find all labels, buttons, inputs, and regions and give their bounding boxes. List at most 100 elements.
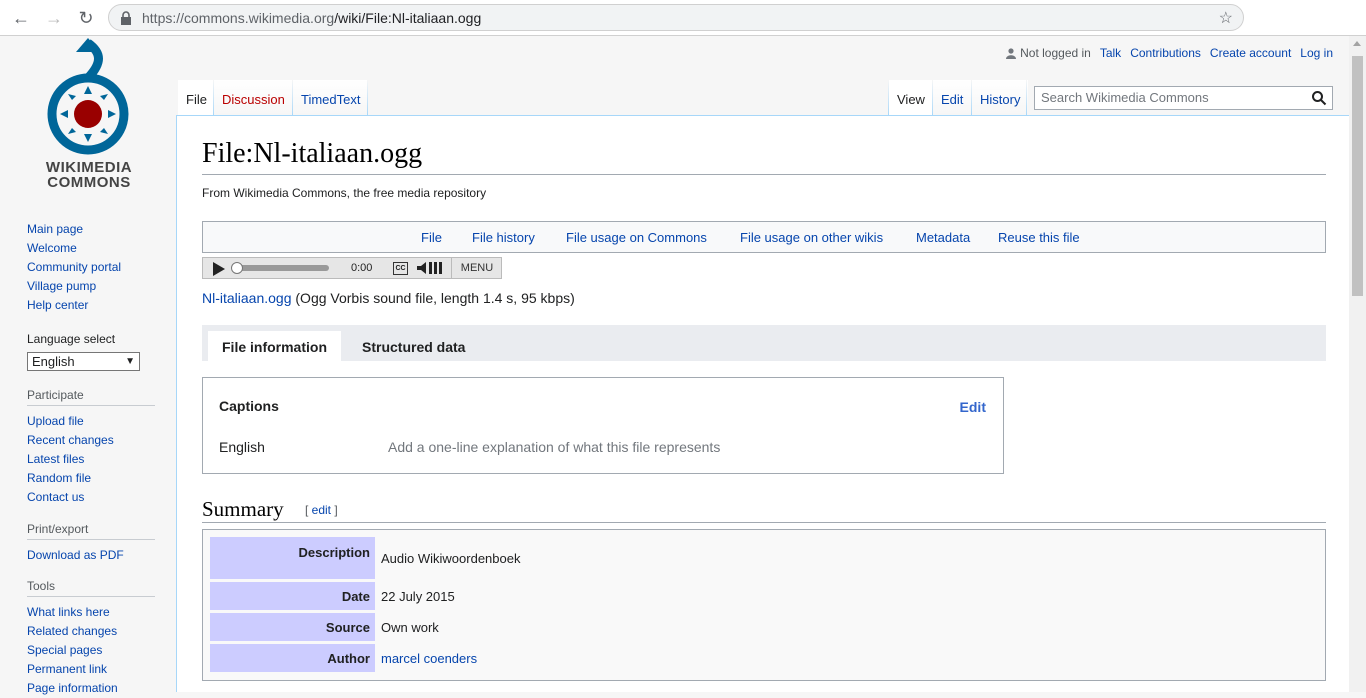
file-tabs-bar: File information Structured data (202, 325, 1326, 361)
reload-icon[interactable]: ↻ (74, 6, 98, 30)
player-menu-button[interactable]: MENU (451, 258, 502, 278)
address-bar[interactable]: https://commons.wikimedia.org/wiki/File:… (108, 4, 1244, 31)
summary-heading: Summary (202, 497, 284, 521)
page-title: File:Nl-italiaan.ogg (202, 138, 423, 169)
scroll-up-icon[interactable] (1353, 41, 1361, 46)
tab-view[interactable]: View (889, 80, 933, 116)
captions-language: English (219, 439, 265, 455)
captions-placeholder[interactable]: Add a one-line explanation of what this … (388, 439, 720, 455)
sidebar-language: Language select (27, 332, 157, 346)
tab-discussion[interactable]: Discussion (214, 80, 293, 116)
sidebar-item-random-file[interactable]: Random file (27, 469, 157, 488)
summary-edit-bracket-close: ] (331, 503, 338, 517)
create-account-link[interactable]: Create account (1210, 46, 1291, 60)
not-logged-in-label: Not logged in (1020, 46, 1091, 60)
url-text: https://commons.wikimedia.org/wiki/File:… (142, 10, 481, 26)
summary-value-author[interactable]: marcel coenders (381, 651, 477, 666)
search-input[interactable]: Search Wikimedia Commons (1034, 86, 1333, 110)
sidebar-item-help-center[interactable]: Help center (27, 296, 157, 315)
toc-file-usage-commons[interactable]: File usage on Commons (566, 230, 707, 245)
summary-edit-link[interactable]: edit (312, 503, 331, 517)
contributions-link[interactable]: Contributions (1130, 46, 1201, 60)
tab-separator (1026, 80, 1027, 116)
sidebar-item-welcome[interactable]: Welcome (27, 239, 157, 258)
seek-handle[interactable] (231, 262, 243, 274)
sidebar-item-related-changes[interactable]: Related changes (27, 622, 157, 641)
sidebar-item-contact-us[interactable]: Contact us (27, 488, 157, 507)
file-link[interactable]: Nl-italiaan.ogg (202, 290, 292, 306)
sidebar-print-export: Print/export Download as PDF (27, 522, 157, 565)
play-icon[interactable] (213, 262, 225, 276)
file-toc-bar: File File history File usage on Commons … (202, 221, 1326, 253)
summary-label-date: Date (210, 582, 375, 610)
toc-file[interactable]: File (421, 230, 442, 245)
sidebar-item-special-pages[interactable]: Special pages (27, 641, 157, 660)
sidebar-item-village-pump[interactable]: Village pump (27, 277, 157, 296)
lock-icon (121, 11, 131, 25)
captions-edit-button[interactable]: Edit (960, 399, 986, 415)
back-arrow-icon[interactable]: ← (9, 6, 33, 30)
summary-value-source: Own work (381, 620, 439, 635)
sidebar-item-upload-file[interactable]: Upload file (27, 412, 157, 431)
sidebar-navigation: Main page Welcome Community portal Villa… (27, 220, 157, 315)
tab-edit[interactable]: Edit (933, 80, 972, 116)
sidebar-item-what-links-here[interactable]: What links here (27, 603, 157, 622)
language-select[interactable]: English ▼ (27, 352, 140, 371)
logo-line-2: COMMONS (47, 174, 131, 191)
captions-title: Captions (219, 398, 279, 414)
file-description: (Ogg Vorbis sound file, length 1.4 s, 95… (291, 290, 575, 306)
sidebar-item-permanent-link[interactable]: Permanent link (27, 660, 157, 679)
tab-structured-data[interactable]: Structured data (362, 331, 465, 361)
summary-label-source: Source (210, 613, 375, 641)
sidebar-participate: Participate Upload file Recent changes L… (27, 388, 157, 507)
title-divider (202, 174, 1326, 175)
url-host: https://commons.wikimedia.org (142, 10, 335, 26)
summary-value-date: 22 July 2015 (381, 589, 455, 604)
page-scrollbar[interactable] (1349, 36, 1366, 692)
summary-value-description: Audio Wikiwoordenboek (381, 551, 521, 566)
summary-divider (202, 522, 1326, 523)
tab-file[interactable]: File (178, 80, 215, 116)
sidebar-item-recent-changes[interactable]: Recent changes (27, 431, 157, 450)
log-in-link[interactable]: Log in (1300, 46, 1333, 60)
table-row: Author marcel coenders (210, 644, 1310, 672)
tab-separator (367, 80, 368, 116)
print-export-heading: Print/export (27, 522, 155, 540)
logo-wordmark[interactable]: WIKIMEDIA COMMONS (24, 160, 154, 190)
tab-file-information[interactable]: File information (208, 331, 341, 361)
sidebar-item-latest-files[interactable]: Latest files (27, 450, 157, 469)
player-time: 0:00 (351, 262, 373, 274)
bookmark-star-icon[interactable]: ☆ (1219, 8, 1233, 28)
language-select-heading: Language select (27, 332, 116, 346)
sidebar-item-download-pdf[interactable]: Download as PDF (27, 546, 157, 565)
tab-history[interactable]: History (972, 80, 1029, 116)
toc-reuse-file[interactable]: Reuse this file (998, 230, 1080, 245)
talk-link[interactable]: Talk (1100, 46, 1121, 60)
toc-file-history[interactable]: File history (472, 230, 535, 245)
seek-bar[interactable] (235, 265, 329, 271)
audio-player: 0:00 CC MENU (202, 257, 502, 279)
table-row: Description Audio Wikiwoordenboek (210, 537, 1310, 579)
toc-metadata[interactable]: Metadata (916, 230, 970, 245)
sidebar-item-main-page[interactable]: Main page (27, 220, 157, 239)
summary-edit-section: [ edit ] (305, 503, 338, 517)
user-icon (1006, 47, 1017, 59)
summary-label-author: Author (210, 644, 375, 672)
tab-timedtext[interactable]: TimedText (293, 80, 369, 116)
volume-icon[interactable] (417, 261, 447, 275)
logo-line-1: WIKIMEDIA (45, 159, 133, 176)
summary-edit-bracket-open: [ (305, 503, 312, 517)
participate-heading: Participate (27, 388, 155, 406)
toc-file-usage-other-wikis[interactable]: File usage on other wikis (740, 230, 883, 245)
summary-table: Description Audio Wikiwoordenboek Date 2… (202, 529, 1326, 681)
sidebar-item-community-portal[interactable]: Community portal (27, 258, 157, 277)
sidebar-item-page-information[interactable]: Page information (27, 679, 157, 698)
browser-toolbar: ← → ↻ https://commons.wikimedia.org/wiki… (0, 0, 1366, 36)
captions-panel: Captions Edit English Add a one-line exp… (202, 377, 1004, 474)
scroll-thumb[interactable] (1352, 56, 1363, 296)
search-icon[interactable] (1311, 90, 1327, 106)
forward-arrow-icon[interactable]: → (42, 6, 66, 30)
personal-tools: Not logged in Talk Contributions Create … (1006, 46, 1333, 60)
dropdown-arrow-icon: ▼ (125, 356, 135, 367)
captions-icon[interactable]: CC (393, 262, 408, 275)
